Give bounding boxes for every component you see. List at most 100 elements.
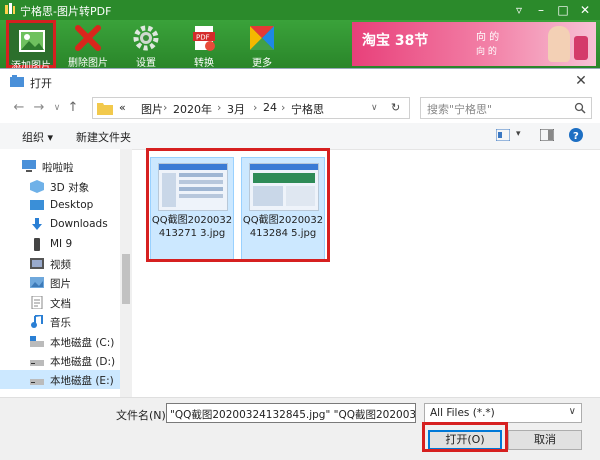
music-icon: [30, 313, 44, 328]
sidebar-label: 视频: [50, 259, 71, 271]
video-icon: [30, 257, 44, 270]
ad-product-image: [574, 36, 588, 60]
sidebar-item-pictures[interactable]: 图片: [0, 273, 120, 292]
view-options-icon[interactable]: [495, 128, 511, 142]
breadcrumb-separator: ›: [281, 101, 286, 114]
navigation-scrollbar-thumb[interactable]: [122, 254, 130, 304]
sidebar-item-drive-e[interactable]: 本地磁盘 (E:): [0, 370, 120, 389]
ad-banner[interactable]: 淘宝 38节 向 的 向 的: [352, 22, 596, 66]
sidebar-label: Downloads: [50, 218, 108, 230]
command-bar: 组织 ▾ 新建文件夹 ▾ ?: [0, 123, 600, 150]
forward-arrow-icon[interactable]: →: [30, 97, 48, 119]
sidebar-item-drive-d[interactable]: 本地磁盘 (D:): [0, 351, 120, 370]
organize-menu[interactable]: 组织 ▾: [22, 129, 53, 145]
sidebar-label: MI 9: [50, 238, 73, 250]
sidebar-label: 3D 对象: [50, 182, 90, 194]
more-label: 更多: [252, 58, 272, 69]
maximize-button[interactable]: □: [554, 2, 572, 18]
sidebar-item-mi9[interactable]: MI 9: [0, 235, 120, 254]
sidebar-item-music[interactable]: 音乐: [0, 312, 120, 331]
breadcrumb-current[interactable]: 宁格思: [291, 101, 324, 117]
pdf-icon: PDF: [190, 24, 218, 52]
more-icon: [248, 24, 276, 52]
files-highlight-box: [146, 148, 330, 262]
delete-x-icon: [74, 24, 102, 52]
cancel-button[interactable]: 取消: [508, 430, 582, 450]
address-bar[interactable]: « 图片 › 2020年 › 3月 › 24 › 宁格思 ∨ ↻: [92, 97, 410, 119]
convert-button[interactable]: PDF 转换: [176, 20, 232, 69]
refresh-icon[interactable]: ↻: [391, 101, 400, 114]
search-icon: [574, 102, 586, 114]
dialog-app-icon: [10, 75, 24, 87]
up-arrow-icon[interactable]: ↑: [64, 97, 82, 119]
app-title: 宁格思-图片转PDF: [20, 5, 112, 18]
sidebar-label: 啦啦啦: [42, 162, 74, 174]
open-dialog: 打开 ✕ ← → ∨ ↑ « 图片 › 2020年 › 3月 › 24 › 宁格…: [0, 68, 600, 460]
document-icon: [30, 295, 44, 310]
sidebar-item-documents[interactable]: 文档: [0, 293, 120, 312]
chevron-down-icon: ∨: [568, 406, 576, 417]
navigation-bar: ← → ∨ ↑ « 图片 › 2020年 › 3月 › 24 › 宁格思 ∨ ↻…: [0, 93, 600, 123]
download-icon: [30, 218, 44, 231]
delete-image-label: 删除图片: [68, 58, 108, 69]
breadcrumb-pictures[interactable]: 图片: [141, 101, 163, 117]
sidebar-label: 图片: [50, 278, 71, 290]
sidebar-label: 音乐: [50, 317, 71, 329]
sidebar-label: 本地磁盘 (E:): [50, 375, 114, 387]
sidebar-item-desktop[interactable]: Desktop: [0, 196, 120, 215]
help-icon[interactable]: ?: [569, 128, 583, 142]
close-app-button[interactable]: ✕: [576, 2, 594, 18]
svg-text:?: ?: [573, 131, 579, 142]
add-image-button[interactable]: 添加图片: [6, 20, 56, 72]
skin-button[interactable]: ▿: [510, 2, 528, 18]
filetype-select[interactable]: All Files (*.*) ∨: [424, 403, 582, 423]
sidebar-label: Desktop: [50, 199, 94, 211]
filename-value: "QQ截图20200324132845.jpg" "QQ截图20200324: [170, 409, 416, 421]
dialog-titlebar: 打开 ✕: [0, 69, 600, 93]
drive-icon: [30, 354, 44, 367]
sidebar-item-videos[interactable]: 视频: [0, 254, 120, 273]
minimize-button[interactable]: –: [532, 2, 550, 18]
app-titlebar: 宁格思-图片转PDF ▿ – □ ✕: [0, 0, 600, 20]
breadcrumb-march[interactable]: 3月: [227, 101, 245, 117]
breadcrumb-separator: ›: [217, 101, 222, 114]
filetype-value: All Files (*.*): [430, 407, 495, 419]
convert-label: 转换: [194, 58, 214, 69]
dialog-footer: 文件名(N): "QQ截图20200324132845.jpg" "QQ截图20…: [0, 397, 600, 460]
view-dropdown-icon[interactable]: ▾: [516, 129, 521, 139]
sidebar-label: 本地磁盘 (C:): [50, 337, 115, 349]
breadcrumb-overflow[interactable]: «: [119, 101, 126, 114]
ad-banner-subtext: 向 的: [476, 47, 497, 57]
filename-input[interactable]: "QQ截图20200324132845.jpg" "QQ截图20200324: [166, 403, 416, 423]
breadcrumb-24[interactable]: 24: [263, 101, 277, 114]
back-arrow-icon[interactable]: ←: [10, 97, 28, 119]
phone-icon: [30, 238, 44, 251]
sidebar-item-3d-objects[interactable]: 3D 对象: [0, 177, 120, 196]
preview-pane-icon[interactable]: [539, 128, 555, 142]
new-folder-button[interactable]: 新建文件夹: [76, 129, 131, 145]
ad-banner-title: 淘宝 38节: [362, 33, 429, 49]
dialog-close-button[interactable]: ✕: [568, 71, 594, 91]
settings-button[interactable]: 设置: [118, 20, 174, 69]
search-placeholder: 搜索"宁格思": [427, 103, 493, 116]
folder-icon: [97, 101, 113, 115]
sidebar-label: 本地磁盘 (D:): [50, 356, 116, 368]
breadcrumb-2020[interactable]: 2020年: [173, 101, 212, 117]
sidebar-item-drive-c[interactable]: 本地磁盘 (C:): [0, 332, 120, 351]
sidebar-label: 文档: [50, 298, 71, 310]
delete-image-button[interactable]: 删除图片: [60, 20, 116, 69]
add-image-icon: [18, 27, 46, 55]
breadcrumb-separator: ›: [253, 101, 258, 114]
sidebar-item-downloads[interactable]: Downloads: [0, 215, 120, 234]
address-dropdown-icon[interactable]: ∨: [371, 103, 378, 113]
ad-model-image: [548, 26, 570, 62]
navigation-pane: 啦啦啦 3D 对象 Desktop Downloads MI 9 视频 图片 文…: [0, 149, 121, 397]
search-box[interactable]: 搜索"宁格思": [420, 97, 592, 119]
dialog-title: 打开: [30, 77, 52, 90]
settings-label: 设置: [136, 58, 156, 69]
app-logo-icon: [4, 3, 16, 15]
sidebar-item-this-pc[interactable]: 啦啦啦: [0, 157, 120, 176]
more-button[interactable]: 更多: [234, 20, 290, 69]
ad-banner-text: 向 的: [476, 32, 500, 43]
open-button-highlight-box: [422, 422, 508, 452]
